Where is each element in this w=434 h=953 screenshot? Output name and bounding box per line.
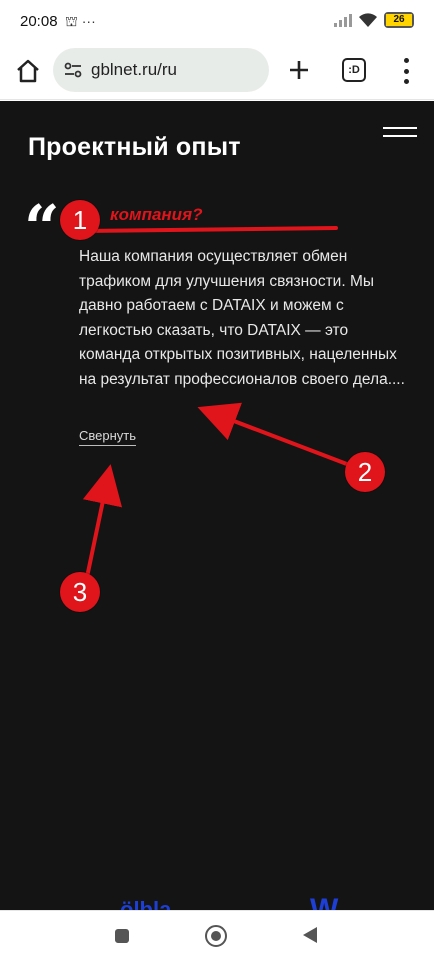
page-title: Проектный опыт [28,133,241,161]
site-settings-icon[interactable] [63,60,83,80]
home-button[interactable] [14,57,42,85]
browser-toolbar: gblnet.ru/ru :D [0,44,434,100]
status-time: 20:08 [20,13,58,30]
notification-icons: ⛫ ··· [65,13,96,29]
status-bar: 20:08 ⛫ ··· 26 [0,0,434,44]
plus-icon [290,61,308,79]
signal-icon [334,13,352,27]
home-icon [17,59,39,83]
back-icon[interactable] [303,927,317,943]
url-text[interactable]: gblnet.ru/ru [91,60,177,80]
recent-apps-icon[interactable] [115,929,129,943]
partner-logo-2: W [310,895,338,910]
more-vert-icon[interactable] [398,58,414,84]
hamburger-menu-icon[interactable] [383,127,417,137]
wifi-icon [358,12,378,28]
page-content: Проектный опыт “ Наша компания осуществл… [0,101,434,910]
quote-icon: “ [24,191,60,264]
status-right-icons: 26 [334,12,414,28]
partner-logo-1: ölbla [120,897,172,910]
battery-level: 26 [393,14,405,25]
logo-fragment: · [0,897,1,910]
review-text: Наша компания осуществляет обмен трафико… [79,248,405,388]
collapse-link[interactable]: Свернуть [79,428,137,446]
new-tab-button[interactable] [284,55,314,85]
address-bar[interactable]: gblnet.ru/ru [53,48,269,92]
tab-switcher-button[interactable]: :D [342,58,366,82]
battery-icon: 26 [384,12,414,28]
system-nav-bar [0,910,434,953]
partner-logos: · ölbla W [0,895,434,910]
home-nav-icon[interactable] [205,925,227,947]
